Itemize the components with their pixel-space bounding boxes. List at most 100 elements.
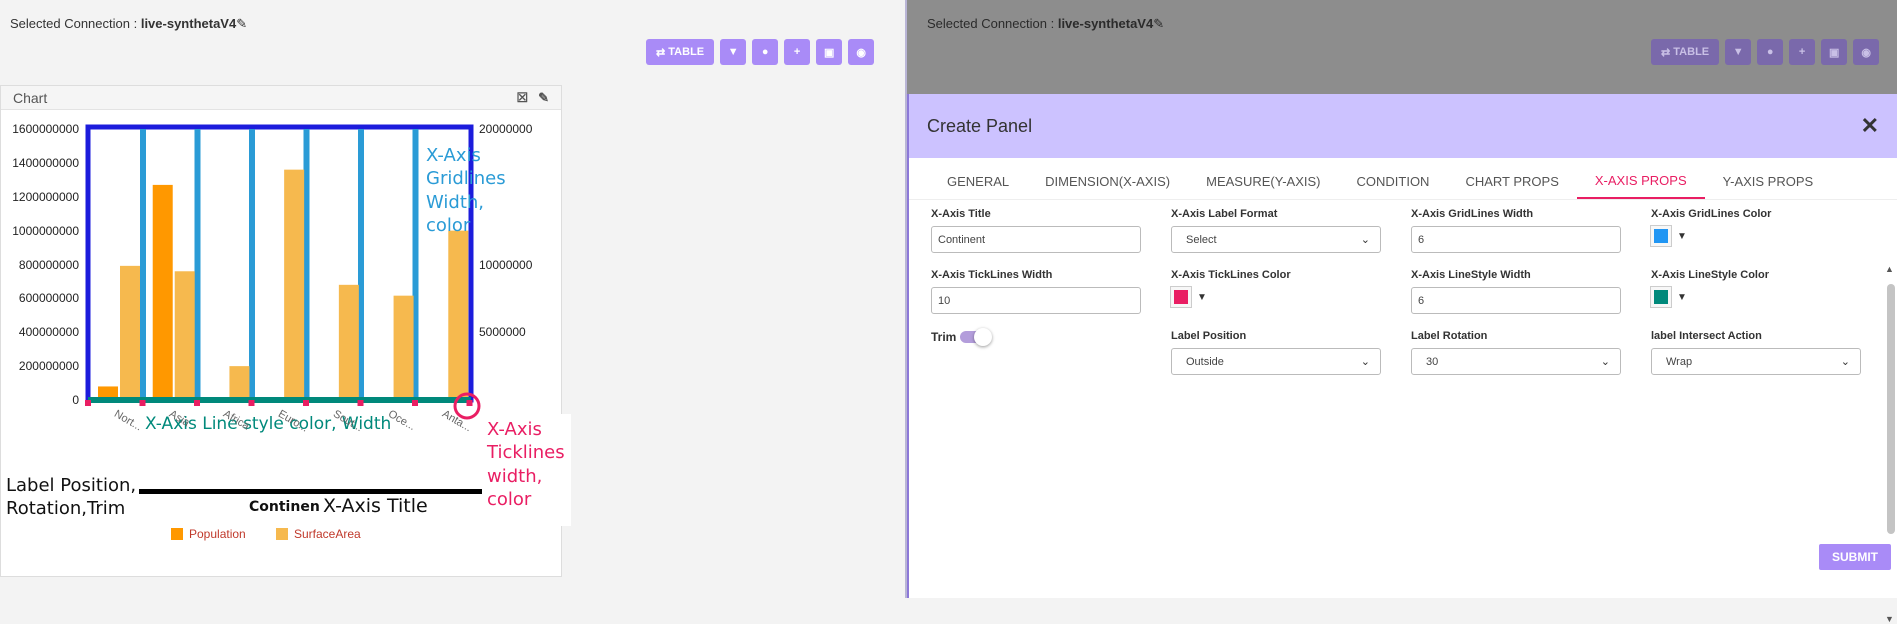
bar-surfacearea [174,271,195,400]
connection-name: live-synthetaV4 [140,16,237,31]
eye-icon: ◉ [1853,39,1880,65]
create-panel-dialog: Create Panel ✕ GENERAL DIMENSION(X-AXIS)… [907,94,1897,624]
edit-pencil-icon[interactable]: ✎ [236,16,247,31]
tab-measure[interactable]: MEASURE(Y-AXIS) [1188,164,1338,199]
view-button[interactable]: ◉ [848,39,875,65]
bar-population [152,184,173,400]
x-axis-label-format-field: X-Axis Label Format Select ⌄ [1171,208,1381,253]
y-tick-label: 200000000 [18,359,79,374]
bar-surfacearea [284,169,305,400]
filter-button[interactable]: ▼ [720,39,747,65]
tab-x-axis-props[interactable]: X-AXIS PROPS [1576,164,1705,199]
caret-down-icon: ▼ [1197,291,1207,303]
chart-toolbar: ⇄ TABLE ▼ ● + ▣ ◉ [646,39,875,65]
tab-y-axis-props[interactable]: Y-AXIS PROPS [1705,164,1832,199]
label-format-select[interactable]: Select ⌄ [1171,226,1381,253]
table-toggle-button[interactable]: ⇄ TABLE [646,39,715,65]
caret-down-icon: ▼ [1677,291,1687,303]
label-rotation-field: Label Rotation 30 ⌄ [1411,330,1621,375]
save-icon: ▣ [1821,39,1848,65]
ticklines-width-input[interactable]: 10 [931,287,1141,314]
scroll-down-icon[interactable]: ▼ [1885,614,1894,624]
save-button[interactable]: ▣ [816,39,843,65]
linestyle-color-field: X-Axis LineStyle Color ▼ [1651,269,1769,307]
chevron-down-icon: ⌄ [1360,234,1370,246]
annotation-label-position: Label Position, Rotation,Trim [6,475,137,520]
label-position-field: Label Position Outside ⌄ [1171,330,1381,375]
gridlines-width-field: X-Axis GridLines Width 6 [1411,208,1621,253]
color-swatch [1651,226,1671,246]
legend-surfacearea[interactable]: SurfaceArea [276,527,361,541]
left-pane: Selected Connection : live-synthetaV4✎ ⇄… [0,0,905,598]
bar-surfacearea [448,230,469,400]
plus-icon: + [1789,39,1816,65]
comment-icon: ● [1757,39,1784,65]
bar-surfacearea [120,265,140,400]
plus-icon: + [793,46,801,58]
label-position-select[interactable]: Outside ⌄ [1171,348,1381,375]
chevron-down-icon: ⌄ [1360,356,1370,368]
close-box-icon[interactable]: ☒ [516,90,528,106]
tab-chart-props[interactable]: CHART PROPS [1447,164,1576,199]
y-tick-label: 1400000000 [12,155,79,170]
add-button[interactable]: + [784,39,811,65]
chevron-down-icon: ⌄ [1840,356,1850,368]
trim-field: Trim [931,328,993,346]
annotation-ticklines: X-Axis Ticklines width, color [487,419,565,511]
toolbar-dimmed: ⇄ TABLE ▼ ● + ▣ ◉ [1651,39,1880,65]
bar-chart-icon [171,528,183,540]
save-icon: ▣ [823,46,835,59]
filter-icon: ▼ [1725,39,1752,65]
linestyle-color-picker[interactable]: ▼ [1651,287,1769,307]
y-tick-label: 800000000 [18,257,79,272]
label-intersect-select[interactable]: Wrap ⌄ [1651,348,1861,375]
y-tick-label: 1000000000 [12,223,79,238]
y2-tick-label: 5000000 [479,325,526,340]
color-swatch [1171,287,1191,307]
ticklines-color-field: X-Axis TickLines Color ▼ [1171,269,1291,307]
gridlines-color-field: X-Axis GridLines Color ▼ [1651,208,1771,246]
y2-tick-label: 20000000 [479,122,533,136]
close-icon[interactable]: ✕ [1861,113,1879,139]
filter-icon: ▼ [727,46,739,58]
caret-down-icon: ▼ [1677,230,1687,242]
bar-surfacearea [393,295,414,400]
comment-button[interactable]: ● [752,39,779,65]
chart-card-header: Chart ☒ ✎ [1,86,561,110]
color-swatch [1651,287,1671,307]
x-axis-title-input[interactable]: Continent [931,226,1141,253]
scroll-up-icon[interactable]: ▲ [1885,264,1894,274]
chart-card: Chart ☒ ✎ X-Axis Gridlines Width, color … [0,85,571,577]
gridlines-width-input[interactable]: 6 [1411,226,1621,253]
gridlines-color-picker[interactable]: ▼ [1651,226,1771,246]
linestyle-width-input[interactable]: 6 [1411,287,1621,314]
right-pane: Selected Connection : live-synthetaV4✎ ⇄… [907,0,1897,624]
tab-general[interactable]: GENERAL [929,164,1027,199]
submit-button[interactable]: SUBMIT [1819,544,1891,570]
y-tick-label: 0 [72,393,79,407]
annotation-gridlines: X-Axis Gridlines Width, color [426,145,506,237]
y-tick-label: 1200000000 [12,189,79,204]
ticklines-color-picker[interactable]: ▼ [1171,287,1291,307]
edit-icon[interactable]: ✎ [538,90,549,106]
tab-dimension[interactable]: DIMENSION(X-AXIS) [1027,164,1188,199]
y-tick-label: 600000000 [18,291,79,306]
scroll-thumb[interactable] [1887,284,1895,534]
chart-card-title: Chart [13,89,48,106]
selected-connection: Selected Connection : live-synthetaV4✎ [10,16,248,31]
dialog-title: Create Panel [927,115,1033,136]
bar-chart-icon [276,528,288,540]
tab-condition[interactable]: CONDITION [1339,164,1448,199]
x-axis-title-field: X-Axis Title Continent [931,208,1141,253]
y2-tick-label: 10000000 [479,257,533,272]
chevron-down-icon: ⌄ [1600,356,1610,368]
table-toggle-button-dimmed: ⇄ TABLE [1651,39,1720,65]
linestyle-width-field: X-Axis LineStyle Width 6 [1411,269,1621,314]
trim-toggle[interactable] [960,328,993,346]
y-tick-label: 400000000 [18,325,79,340]
bar-surfacearea [229,366,250,400]
label-rotation-select[interactable]: 30 ⌄ [1411,348,1621,375]
dialog-scrollbar[interactable]: ▲ ▼ [1885,264,1897,624]
annotation-x-title: X-Axis Title [319,494,432,519]
legend-population[interactable]: Population [171,527,246,541]
